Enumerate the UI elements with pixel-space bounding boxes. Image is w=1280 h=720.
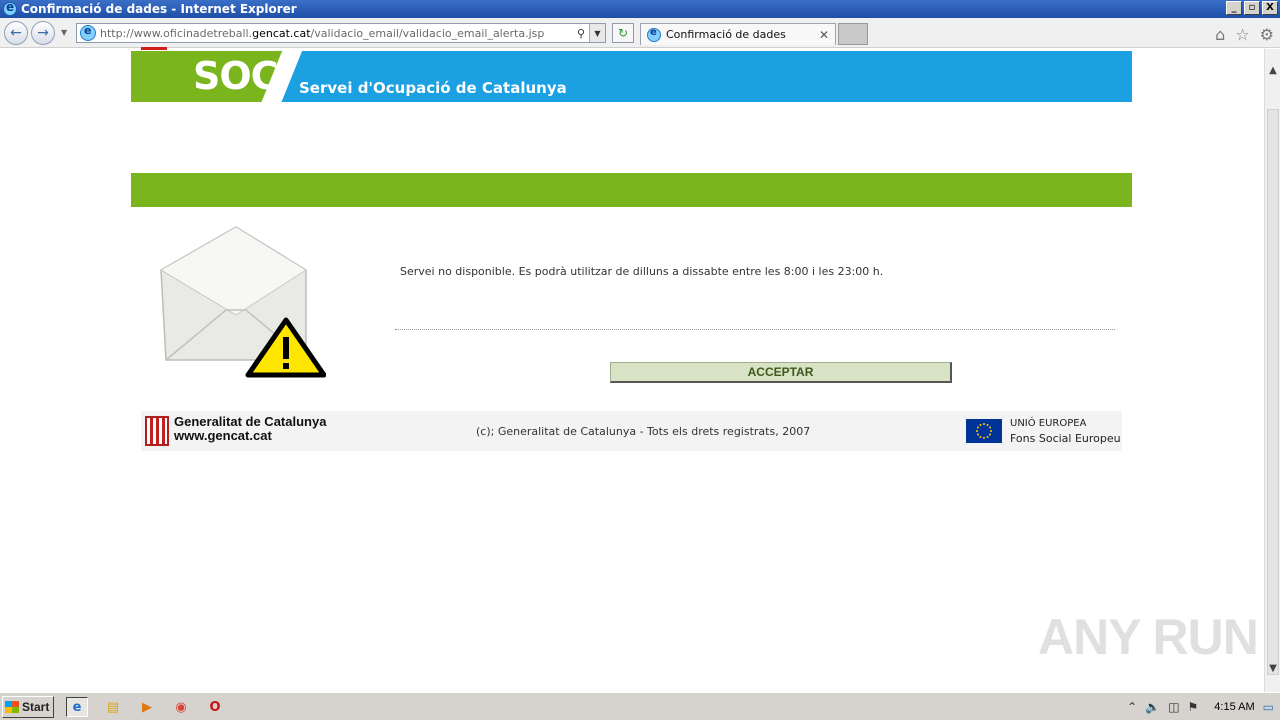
accept-button[interactable]: ACCEPTAR	[610, 362, 952, 383]
taskbar-opera-icon[interactable]: O	[204, 697, 226, 717]
volume-icon[interactable]: 🔈	[1145, 700, 1160, 714]
gencat-url: www.gencat.cat	[174, 428, 272, 443]
taskbar: Start e ▤ ▶ ◉ O ⌃ 🔈 ◫ ⚑ 4:15 AM ▭	[0, 692, 1280, 720]
eu-fund-label: Fons Social Europeu	[1010, 432, 1121, 445]
back-arrow-icon: ←	[10, 25, 22, 41]
soc-logo: SOC	[193, 54, 279, 98]
history-dropdown-icon[interactable]: ▼	[61, 28, 67, 37]
close-window-button[interactable]: X	[1262, 1, 1278, 15]
minimize-button[interactable]: _	[1226, 1, 1242, 15]
forward-button[interactable]: →	[31, 21, 55, 45]
scroll-up-icon[interactable]: ▲	[1265, 63, 1280, 79]
url-text[interactable]: http://www.oficinadetreball.gencat.cat/v…	[100, 27, 573, 40]
header-subtitle: Servei d'Ocupació de Catalunya	[299, 79, 567, 97]
dotted-divider	[395, 329, 1115, 330]
favorites-star-icon[interactable]: ☆	[1235, 25, 1249, 44]
page-favicon-icon	[80, 24, 96, 41]
search-icon[interactable]: ⚲	[573, 24, 589, 42]
show-desktop-icon[interactable]: ▭	[1263, 700, 1274, 714]
soc-header: SOC Servei d'Ocupació de Catalunya	[131, 51, 1132, 102]
window-title: Confirmació de dades - Internet Explorer	[21, 2, 297, 16]
envelope-warning-icon	[160, 226, 326, 378]
taskbar-chrome-icon[interactable]: ◉	[170, 697, 192, 717]
flag-icon[interactable]: ⚑	[1188, 700, 1199, 714]
anyrun-watermark: ANY RUN	[1038, 609, 1259, 665]
gencat-brand[interactable]: Generalitat de Catalunya www.gencat.cat	[174, 415, 326, 443]
taskbar-ie-icon[interactable]: e	[66, 697, 88, 717]
tab-close-icon[interactable]: ✕	[817, 28, 831, 42]
page-footer: Generalitat de Catalunya www.gencat.cat …	[141, 411, 1122, 451]
address-dropdown-icon[interactable]: ▼	[589, 24, 605, 42]
page-content: SOC Servei d'Ocupació de Catalunya Serve…	[131, 47, 1132, 459]
gear-icon[interactable]: ⚙	[1260, 25, 1274, 44]
green-band	[131, 173, 1132, 207]
network-icon[interactable]: ◫	[1168, 700, 1179, 714]
gencat-logo-icon	[145, 416, 169, 446]
refresh-button[interactable]: ↻	[612, 23, 634, 43]
clock[interactable]: 4:15 AM	[1214, 701, 1254, 713]
copyright-text: (c); Generalitat de Catalunya - Tots els…	[476, 425, 811, 438]
start-button[interactable]: Start	[2, 696, 54, 718]
window-titlebar: Confirmació de dades - Internet Explorer…	[0, 0, 1280, 18]
toolbar-right-icons: ⌂ ☆ ⚙	[1215, 25, 1274, 44]
tab-favicon-icon	[647, 27, 661, 42]
vertical-scrollbar[interactable]: ▲ ▼	[1264, 49, 1280, 692]
refresh-icon: ↻	[617, 26, 629, 40]
eu-label: UNIÓ EUROPEA Fons Social Europeu	[1010, 416, 1121, 446]
gencat-name: Generalitat de Catalunya	[174, 414, 327, 429]
window-controls: _ ▫ X	[1226, 1, 1278, 15]
ie-logo-icon	[3, 0, 17, 16]
red-accent-bar	[141, 47, 167, 50]
taskbar-media-player-icon[interactable]: ▶	[136, 697, 158, 717]
start-label: Start	[22, 700, 50, 714]
back-button[interactable]: ←	[4, 21, 28, 45]
forward-arrow-icon: →	[37, 25, 49, 41]
browser-toolbar: ← → ▼ http://www.oficinadetreball.gencat…	[0, 18, 1280, 48]
tray-expand-icon[interactable]: ⌃	[1127, 700, 1137, 714]
unavailable-message: Servei no disponible. Es podrà utilitzar…	[400, 265, 884, 278]
scroll-down-icon[interactable]: ▼	[1265, 661, 1280, 677]
address-bar[interactable]: http://www.oficinadetreball.gencat.cat/v…	[76, 23, 606, 43]
eu-flag-icon	[966, 419, 1002, 443]
scroll-thumb[interactable]	[1267, 109, 1279, 675]
taskbar-explorer-icon[interactable]: ▤	[102, 697, 124, 717]
new-tab-button[interactable]	[838, 23, 868, 45]
maximize-button[interactable]: ▫	[1244, 1, 1260, 15]
tab-confirmacio[interactable]: Confirmació de dades ✕	[640, 23, 836, 45]
tab-title: Confirmació de dades	[666, 28, 786, 41]
home-icon[interactable]: ⌂	[1215, 25, 1225, 44]
system-tray: ⌃ 🔈 ◫ ⚑ 4:15 AM ▭	[1121, 696, 1280, 718]
eu-union-label: UNIÓ EUROPEA	[1010, 418, 1087, 429]
windows-logo-icon	[5, 701, 19, 713]
